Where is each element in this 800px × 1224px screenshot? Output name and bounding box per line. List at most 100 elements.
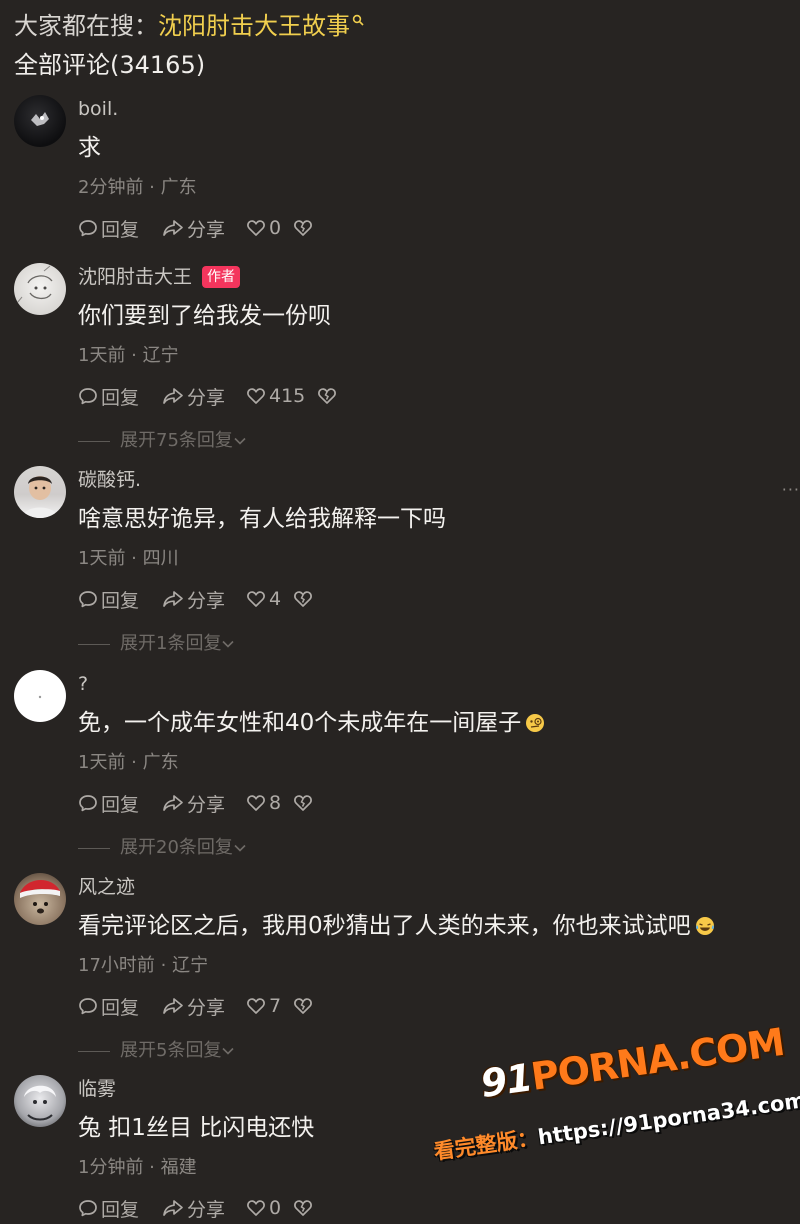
share-button[interactable]: 分享	[162, 790, 246, 817]
heart-icon	[247, 591, 265, 607]
like-button[interactable]: 4	[246, 588, 281, 610]
like-count: 415	[269, 385, 306, 407]
broken-heart-icon	[294, 795, 313, 811]
dislike-button[interactable]	[293, 218, 316, 238]
dislike-button[interactable]	[293, 996, 316, 1016]
comment-actions: 回复 分享 415	[78, 381, 340, 411]
author-badge: 作者	[202, 266, 241, 288]
comment-meta: 1天前 · 辽宁	[78, 345, 179, 366]
broken-heart-icon	[318, 388, 337, 404]
avatar[interactable]	[14, 95, 66, 147]
share-button[interactable]: 分享	[162, 586, 246, 613]
share-button[interactable]: 分享	[162, 1195, 246, 1222]
share-button[interactable]: 分享	[162, 215, 246, 242]
avatar[interactable]	[14, 1075, 66, 1127]
like-count: 0	[269, 1197, 282, 1219]
comment-item: boil. 求 2分钟前 · 广东 回复 分享 0	[0, 95, 800, 245]
comment-username[interactable]: boil.	[78, 95, 118, 123]
like-button[interactable]: 7	[246, 995, 281, 1017]
reply-label: 回复	[101, 996, 140, 1019]
expand-replies-button[interactable]: 展开1条回复	[78, 631, 235, 657]
laughing-crying-emoji	[695, 917, 714, 935]
comment-actions: 回复 分享 7	[78, 991, 316, 1021]
expand-divider	[78, 847, 110, 849]
expand-divider	[78, 1050, 110, 1052]
reply-label: 回复	[101, 218, 140, 241]
reply-button[interactable]: 回复	[78, 383, 162, 410]
expand-replies-label: 展开75条回复	[120, 430, 233, 451]
share-button[interactable]: 分享	[162, 993, 246, 1020]
share-icon	[163, 795, 183, 811]
reply-label: 回复	[101, 1198, 140, 1221]
like-button[interactable]: 8	[246, 792, 281, 814]
broken-heart-icon	[294, 591, 313, 607]
reply-label: 回复	[101, 386, 140, 409]
reply-icon	[79, 1200, 97, 1217]
avatar[interactable]	[14, 670, 66, 722]
share-icon	[163, 591, 183, 607]
comment-meta: 1天前 · 四川	[78, 548, 179, 569]
like-button[interactable]: 0	[246, 217, 281, 239]
share-label: 分享	[187, 386, 226, 409]
comment-username[interactable]: ?	[78, 670, 88, 698]
comment-text-content: 看完评论区之后，我用0秒猜出了人类的未来，你也来试试吧	[78, 913, 691, 939]
reply-icon	[79, 795, 97, 812]
heart-icon	[247, 1200, 265, 1216]
reply-button[interactable]: 回复	[78, 215, 162, 242]
reply-button[interactable]: 回复	[78, 790, 162, 817]
like-count: 8	[269, 792, 282, 814]
share-label: 分享	[187, 218, 226, 241]
watermark-url-text: https://91porna34.com	[536, 1088, 800, 1150]
comment-meta: 17小时前 · 辽宁	[78, 955, 209, 976]
comment-meta: 1分钟前 · 福建	[78, 1157, 197, 1178]
dislike-button[interactable]	[317, 386, 340, 406]
reply-label: 回复	[101, 793, 140, 816]
share-label: 分享	[187, 1198, 226, 1221]
comment-text-content: 免，一个成年女性和40个未成年在一间屋子	[78, 710, 522, 736]
search-icon[interactable]	[352, 14, 364, 26]
comment-actions: 回复 分享 0	[78, 213, 316, 243]
comment-username-text: 沈阳肘击大王	[78, 266, 193, 288]
avatar[interactable]	[14, 466, 66, 518]
comment-text: 看完评论区之后，我用0秒猜出了人类的未来，你也来试试吧	[78, 910, 715, 942]
expand-replies-label: 展开1条回复	[120, 633, 222, 654]
comment-text: 啥意思好诡异，有人给我解释一下吗	[78, 506, 446, 532]
expand-replies-label: 展开5条回复	[120, 1040, 222, 1061]
like-count: 7	[269, 995, 282, 1017]
comment-username[interactable]: 碳酸钙.	[78, 466, 141, 494]
share-icon	[163, 1200, 183, 1216]
heart-icon	[247, 220, 265, 236]
search-suggestion[interactable]: 大家都在搜：沈阳肘击大王故事	[14, 10, 364, 42]
expand-replies-button[interactable]: 展开75条回复	[78, 428, 247, 454]
comment-meta: 2分钟前 · 广东	[78, 177, 197, 198]
chevron-down-icon	[234, 844, 246, 852]
dislike-button[interactable]	[293, 793, 316, 813]
comment-actions: 回复 分享 0	[78, 1193, 316, 1223]
comments-count-heading: 全部评论(34165)	[14, 51, 206, 79]
expand-replies-button[interactable]: 展开20条回复	[78, 835, 247, 861]
chevron-down-icon	[222, 1047, 235, 1055]
comment-item: 碳酸钙. 啥意思好诡异，有人给我解释一下吗 1天前 · 四川 回复 分享 4 展…	[0, 466, 800, 656]
reply-button[interactable]: 回复	[78, 1195, 162, 1222]
like-button[interactable]: 0	[246, 1197, 281, 1219]
dislike-button[interactable]	[293, 1198, 316, 1218]
reply-button[interactable]: 回复	[78, 993, 162, 1020]
share-label: 分享	[187, 996, 226, 1019]
avatar[interactable]	[14, 263, 66, 315]
comment-username[interactable]: 临雾	[78, 1075, 116, 1103]
reply-icon	[79, 998, 97, 1015]
share-icon	[163, 388, 183, 404]
reply-button[interactable]: 回复	[78, 586, 162, 613]
share-button[interactable]: 分享	[162, 383, 246, 410]
comment-username[interactable]: 沈阳肘击大王 作者	[78, 263, 241, 291]
share-icon	[163, 220, 183, 236]
search-suggestion-term[interactable]: 沈阳肘击大王故事	[158, 12, 350, 40]
comment-text: 兔 扣1丝目 比闪电还快	[78, 1115, 315, 1141]
like-button[interactable]: 415	[246, 385, 305, 407]
expand-replies-button[interactable]: 展开5条回复	[78, 1038, 235, 1064]
comment-actions: 回复 分享 8	[78, 788, 316, 818]
dislike-button[interactable]	[293, 589, 316, 609]
comment-text: 你们要到了给我发一份呗	[78, 303, 331, 329]
comment-username[interactable]: 风之迹	[78, 873, 135, 901]
avatar[interactable]	[14, 873, 66, 925]
